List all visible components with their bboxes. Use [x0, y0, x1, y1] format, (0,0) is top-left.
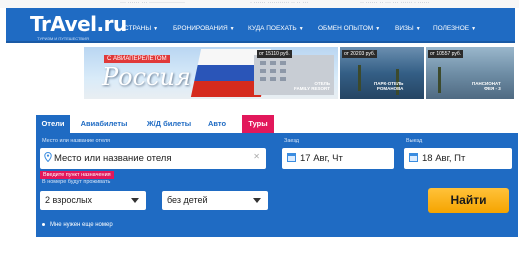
nav-item-experience[interactable]: ОБМЕН ОПЫТОМ ▼	[318, 25, 380, 32]
adults-select-value: 2 взрослых	[45, 195, 93, 205]
banner-card[interactable]: от 10557 руб. ПАНСИОНАТ ФЕЯ - 3	[426, 47, 514, 99]
chevron-down-icon: ▼	[471, 26, 477, 32]
place-error-badge: Введите пункт назначения	[40, 171, 114, 179]
hotel-search-form: Место или название отеля Место или назва…	[36, 133, 518, 237]
banner-caption: ПАНСИОНАТ ФЕЯ - 3	[472, 81, 501, 91]
nav-label: ПОЛЕЗНОЕ	[433, 25, 470, 32]
nav-item-where-to-go[interactable]: КУДА ПОЕХАТЬ ▼	[248, 25, 304, 32]
calendar-icon	[287, 153, 296, 162]
checkin-date-field[interactable]: 17 Авг, Чт	[282, 148, 394, 169]
top-strip: ··· ······ ··· ·················· · ····…	[0, 0, 519, 8]
calendar-icon	[409, 153, 418, 162]
checkout-date-text: 18 Авг, Пт	[422, 153, 466, 164]
banner-price: от 15110 руб.	[257, 50, 292, 58]
top-strip-text: · ······ ··········· ·· ·· ···	[250, 0, 309, 6]
add-room-label: Мне нужен еще номер	[50, 222, 113, 228]
tab-trains[interactable]: Ж/Д билеты	[142, 115, 196, 133]
nav-label: ОБМЕН ОПЫТОМ	[318, 25, 374, 32]
tab-flights[interactable]: Авиабилеты	[76, 115, 132, 133]
chevron-down-icon: ▼	[229, 26, 235, 32]
dropdown-arrow-icon	[253, 198, 261, 203]
chevron-down-icon: ▼	[298, 26, 304, 32]
top-strip-text: ··· ······ ··· ··················	[120, 0, 185, 6]
children-select-value: без детей	[167, 195, 208, 205]
place-input-text: Место или название отеля	[54, 153, 172, 164]
bullet-icon	[42, 222, 45, 226]
site-header: TrAvel.ru ТУРИЗМ И ПУТЕШЕСТВИЯ СТРАНЫ ▼ Б…	[6, 8, 515, 43]
checkout-label: Выезд	[406, 138, 423, 144]
nav-item-booking[interactable]: БРОНИРОВАНИЯ ▼	[173, 25, 235, 32]
promo-banner[interactable]: С АВИАПЕРЕЛЁТОМ Россия от 15110 руб. ОТЕ…	[84, 47, 514, 99]
banner-price: от 10557 руб.	[428, 50, 464, 58]
search-button[interactable]: Найти	[428, 188, 509, 213]
nav-label: БРОНИРОВАНИЯ	[173, 25, 228, 32]
banner-title: Россия	[102, 63, 191, 91]
location-pin-icon	[44, 152, 52, 162]
nav-label: ВИЗЫ	[395, 25, 414, 32]
site-logo[interactable]: TrAvel.ru	[30, 12, 127, 36]
banner-tagline: С АВИАПЕРЕЛЁТОМ	[104, 55, 170, 63]
nav-item-visas[interactable]: ВИЗЫ ▼	[395, 25, 421, 32]
tab-tours[interactable]: Туры	[242, 115, 274, 133]
checkin-date-text: 17 Авг, Чт	[300, 153, 343, 164]
banner-price: от 20203 руб.	[342, 50, 378, 58]
guests-label: В номере будут проживать	[42, 179, 111, 185]
checkout-date-field[interactable]: 18 Авг, Пт	[404, 148, 512, 169]
place-input[interactable]: Место или название отеля ✕	[40, 148, 266, 169]
chevron-down-icon: ▼	[415, 26, 421, 32]
tab-cars[interactable]: Авто	[204, 115, 230, 133]
checkin-label: Заезд	[284, 138, 299, 144]
banner-russia[interactable]: С АВИАПЕРЕЛЁТОМ Россия от 15110 руб. ОТЕ…	[84, 47, 338, 99]
chevron-down-icon: ▼	[153, 26, 159, 32]
nav-label: КУДА ПОЕХАТЬ	[248, 25, 297, 32]
children-select[interactable]: без детей	[162, 191, 268, 210]
logo-tagline: ТУРИЗМ И ПУТЕШЕСТВИЯ	[37, 36, 89, 41]
dropdown-arrow-icon	[131, 198, 139, 203]
add-room-link[interactable]: Мне нужен еще номер	[42, 222, 113, 228]
chevron-down-icon: ▼	[375, 26, 381, 32]
nav-item-useful[interactable]: ПОЛЕЗНОЕ ▼	[433, 25, 476, 32]
banner-card[interactable]: от 20203 руб. ПАРК-ОТЕЛЬ РОМАНОВА	[340, 47, 424, 99]
nav-label: СТРАНЫ	[124, 25, 152, 32]
nav-item-countries[interactable]: СТРАНЫ ▼	[124, 25, 158, 32]
clear-icon[interactable]: ✕	[253, 152, 260, 161]
banner-caption: ОТЕЛЬ FAMILY RESORT	[294, 81, 331, 91]
place-label: Место или название отеля	[42, 138, 111, 144]
adults-select[interactable]: 2 взрослых	[40, 191, 146, 210]
top-strip-text: ·· ······ ·· ··· ··· ······ · ······	[360, 0, 430, 6]
banner-caption: ПАРК-ОТЕЛЬ РОМАНОВА	[374, 81, 404, 91]
tab-hotels[interactable]: Отели	[36, 115, 70, 133]
